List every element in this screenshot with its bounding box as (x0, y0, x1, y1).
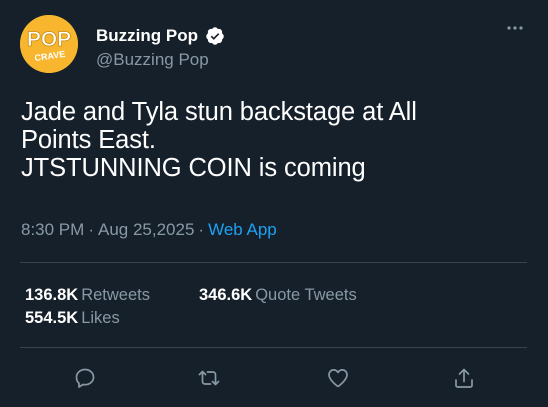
tweet-text-line: Points East. (21, 126, 156, 154)
retweets-label: Retweets (81, 286, 150, 304)
tweet-time[interactable]: 8:30 PM (21, 220, 84, 239)
divider (20, 262, 527, 263)
tweet-date[interactable]: Aug 25,2025 (98, 220, 194, 239)
reply-icon[interactable] (73, 366, 97, 390)
likes-label: Likes (81, 309, 120, 327)
quote-tweets-count: 346.6K (199, 286, 253, 304)
retweet-icon[interactable] (197, 366, 221, 390)
share-icon[interactable] (452, 366, 476, 390)
user-handle[interactable]: @Buzzing Pop (96, 50, 209, 70)
retweets-count: 136.8K (25, 286, 79, 304)
likes-count: 554.5K (25, 309, 79, 327)
quote-tweets-label: Quote Tweets (255, 286, 357, 304)
likes-stat[interactable]: 554.5K Likes (25, 309, 120, 328)
heart-icon[interactable] (326, 366, 350, 390)
tweet-text: Jade and Tyla stun backstage at All Poin… (21, 98, 531, 182)
divider (20, 347, 527, 348)
tweet-meta: 8:30 PM · Aug 25,2025 · Web App (21, 220, 277, 240)
verified-badge-icon (206, 27, 224, 45)
avatar[interactable]: POP CRAVE (20, 15, 78, 73)
tweet-source-link[interactable]: Web App (208, 220, 277, 239)
tweet-card: POP CRAVE Buzzing Pop @Buzzing Pop Jade … (0, 0, 548, 407)
avatar-logo-text-top: POP (27, 28, 71, 51)
tweet-text-line: JTSTUNNING COIN is coming (21, 154, 366, 182)
meta-separator: · (198, 220, 205, 239)
meta-separator: · (88, 220, 94, 239)
retweets-stat[interactable]: 136.8K Retweets (25, 286, 150, 305)
display-name[interactable]: Buzzing Pop (96, 26, 198, 46)
more-horizontal-icon[interactable] (500, 20, 530, 36)
tweet-text-line: Jade and Tyla stun backstage at All (21, 98, 417, 126)
avatar-logo: POP CRAVE (20, 15, 78, 73)
quote-tweets-stat[interactable]: 346.6K Quote Tweets (199, 286, 357, 305)
